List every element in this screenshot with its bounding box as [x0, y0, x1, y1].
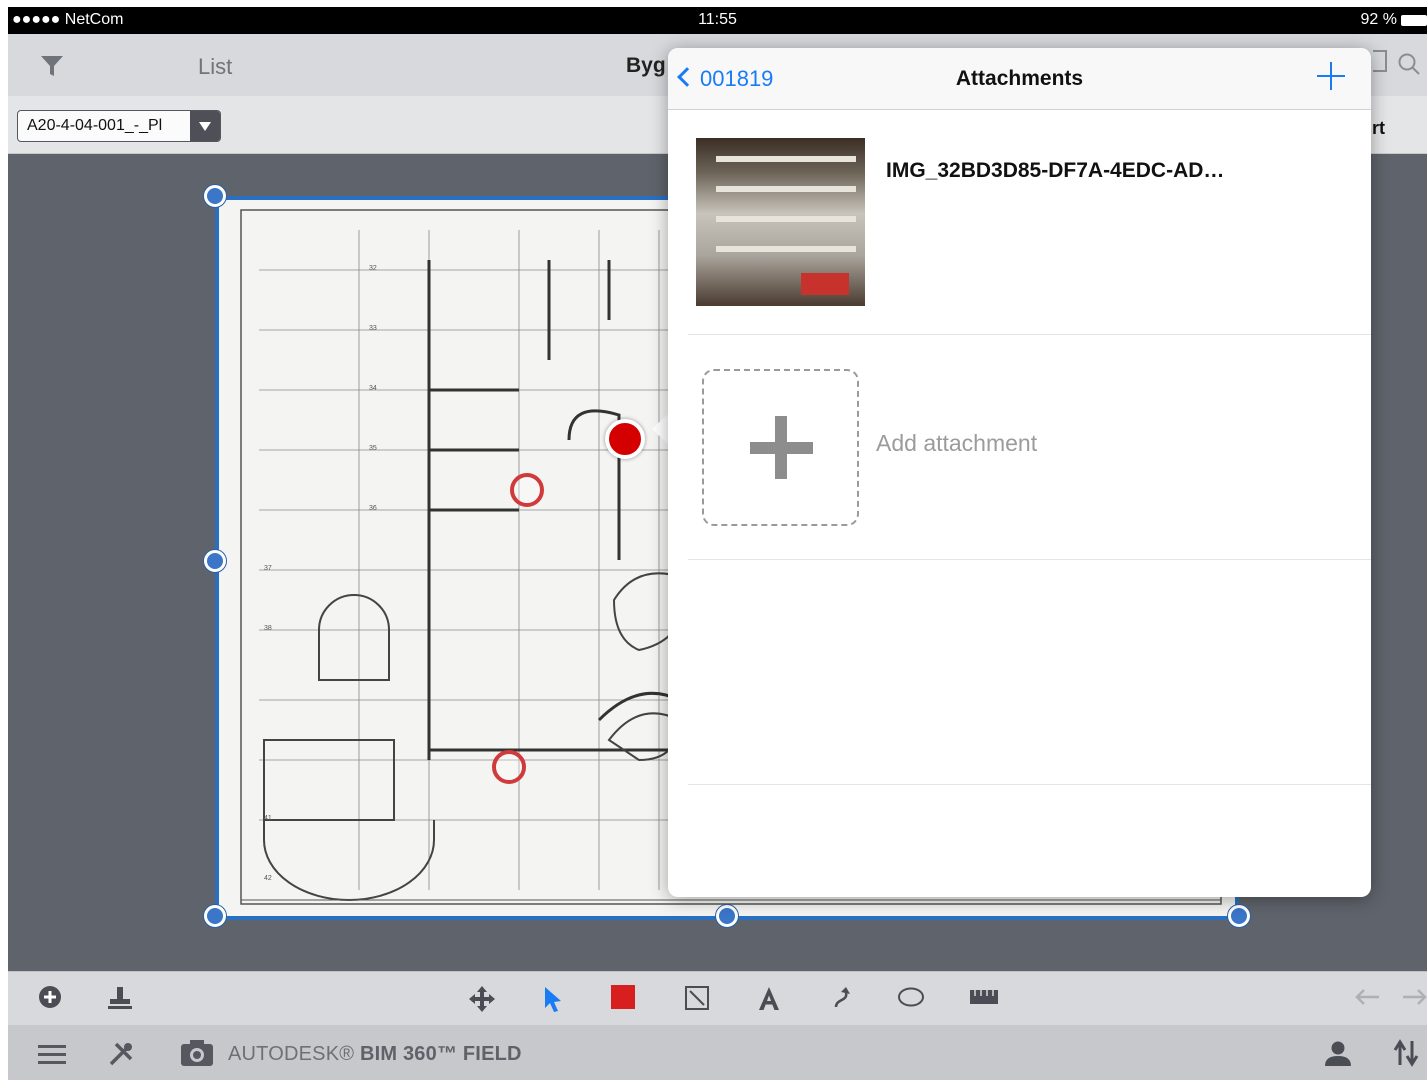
resize-handle-top-left[interactable] — [204, 185, 226, 207]
popover-header: 001819 Attachments — [668, 48, 1371, 110]
app-frame: ●●●●● NetCom 11:55 92 % List Byg A20-4-0… — [8, 7, 1427, 1080]
svg-text:38: 38 — [264, 625, 272, 632]
attachment-row[interactable]: IMG_32BD3D85-DF7A-4EDC-AD… — [688, 111, 1371, 335]
add-icon[interactable] — [1317, 62, 1345, 90]
battery-icon — [1401, 15, 1427, 26]
resize-handle-left[interactable] — [204, 550, 226, 572]
box-icon[interactable] — [684, 985, 710, 1011]
brand-product: BIM 360™ FIELD — [359, 1043, 522, 1065]
undo-icon[interactable] — [1354, 985, 1382, 1009]
markup-toolbar — [8, 971, 1427, 1025]
sync-icon[interactable] — [1392, 1039, 1420, 1067]
battery-label: 92 % — [1360, 11, 1397, 28]
add-attachment-button[interactable] — [702, 369, 859, 526]
sheet-icon[interactable] — [1373, 50, 1387, 72]
add-attachment-label[interactable]: Add attachment — [876, 430, 1037, 457]
attachment-thumbnail[interactable] — [696, 138, 865, 306]
empty-row — [688, 560, 1371, 785]
svg-text:34: 34 — [369, 385, 377, 392]
camera-icon[interactable] — [180, 1039, 214, 1067]
move-icon[interactable] — [468, 985, 496, 1013]
issue-marker-selected[interactable] — [605, 419, 645, 459]
status-bar: ●●●●● NetCom 11:55 92 % — [8, 7, 1427, 34]
rectangle-icon[interactable] — [611, 985, 635, 1009]
redo-icon[interactable] — [1400, 985, 1427, 1009]
resize-handle-bottom[interactable] — [716, 905, 738, 927]
clock-label: 11:55 — [698, 11, 737, 28]
page-title: Byg — [626, 54, 666, 77]
brand-prefix: AUTODESK® — [228, 1043, 360, 1065]
svg-text:35: 35 — [369, 445, 377, 452]
ellipse-icon[interactable] — [896, 985, 926, 1009]
chevron-down-icon[interactable] — [190, 111, 220, 141]
attachments-popover: 001819 Attachments IMG_32BD3D85-DF7A-4ED… — [668, 48, 1371, 897]
stamp-icon[interactable] — [106, 985, 134, 1011]
pointer-icon[interactable] — [542, 985, 564, 1013]
issue-marker[interactable] — [510, 473, 544, 507]
curve-arrow-icon[interactable] — [830, 985, 852, 1013]
tools-icon[interactable] — [106, 1039, 136, 1069]
ruler-icon[interactable] — [969, 989, 999, 1005]
sheet-select[interactable]: A20-4-04-001_-_Pl — [17, 110, 221, 142]
popover-title: Attachments — [955, 67, 1084, 90]
search-icon[interactable] — [1397, 52, 1421, 76]
attachment-name[interactable]: IMG_32BD3D85-DF7A-4EDC-AD… — [886, 159, 1224, 183]
svg-text:37: 37 — [264, 565, 272, 572]
add-attachment-row[interactable]: Add attachment — [688, 336, 1371, 560]
text-icon[interactable] — [757, 985, 781, 1011]
sheet-select-value: A20-4-04-001_-_Pl — [27, 117, 163, 134]
filter-icon[interactable] — [40, 54, 64, 78]
svg-text:33: 33 — [369, 325, 377, 332]
popover-arrow — [652, 413, 669, 445]
user-icon[interactable] — [1324, 1039, 1352, 1067]
issue-marker[interactable] — [492, 750, 526, 784]
svg-text:36: 36 — [369, 505, 377, 512]
brand-label: AUTODESK® BIM 360™ FIELD — [228, 1043, 522, 1066]
svg-text:42: 42 — [264, 875, 272, 882]
add-icon[interactable] — [38, 985, 62, 1009]
menu-icon[interactable] — [38, 1044, 66, 1064]
list-button[interactable]: List — [198, 54, 232, 80]
svg-text:41: 41 — [264, 815, 272, 822]
resize-handle-bottom-left[interactable] — [204, 905, 226, 927]
bottom-bar: AUTODESK® BIM 360™ FIELD — [8, 1025, 1427, 1080]
sub-right-label[interactable]: rt — [1372, 118, 1385, 139]
resize-handle-bottom-right[interactable] — [1228, 905, 1250, 927]
svg-text:32: 32 — [369, 265, 377, 272]
